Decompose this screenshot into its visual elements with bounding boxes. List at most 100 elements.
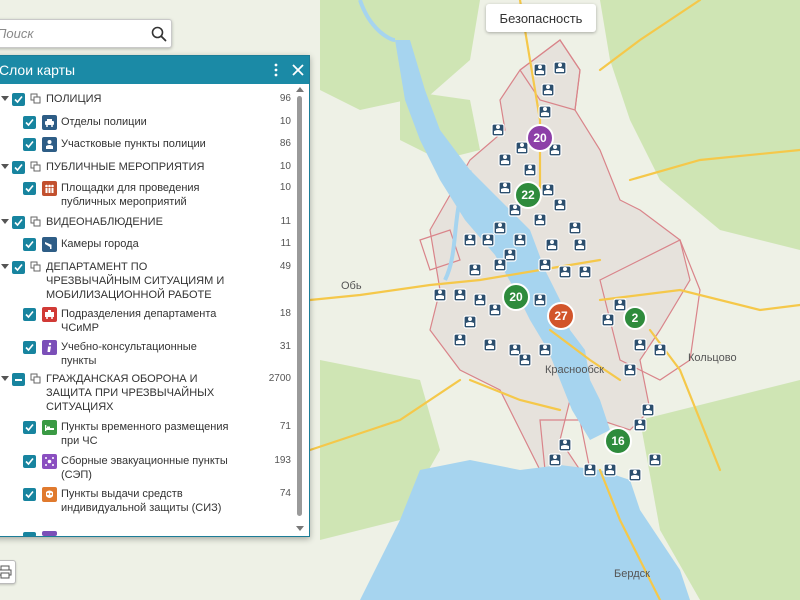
layer-checkbox[interactable] — [23, 116, 36, 129]
cluster-marker[interactable]: 2 — [623, 306, 647, 330]
poi-marker-icon[interactable] — [583, 463, 597, 477]
poi-marker-icon[interactable] — [623, 363, 637, 377]
poi-marker-icon[interactable] — [541, 83, 555, 97]
layer-checkbox[interactable] — [23, 421, 36, 434]
layer-item-police-points[interactable]: Участковые пункты полиции 86 — [0, 137, 293, 153]
poi-marker-icon[interactable] — [533, 213, 547, 227]
layers-scrollbar[interactable] — [294, 84, 306, 534]
chevron-down-icon[interactable] — [1, 164, 9, 169]
poi-marker-icon[interactable] — [498, 153, 512, 167]
cluster-marker[interactable]: 20 — [502, 283, 530, 311]
layer-item-temporary-shelters[interactable]: Пункты временного размещения при ЧС 71 — [0, 420, 293, 450]
cluster-marker[interactable]: 22 — [514, 181, 542, 209]
poi-marker-icon[interactable] — [545, 238, 559, 252]
poi-marker-icon[interactable] — [641, 403, 655, 417]
security-layer-button[interactable]: Безопасность — [486, 4, 596, 32]
layer-item-emergency-units[interactable]: Подразделения департамента ЧСиМР 18 — [0, 307, 293, 337]
poi-marker-icon[interactable] — [473, 293, 487, 307]
poi-marker-icon[interactable] — [578, 265, 592, 279]
poi-marker-icon[interactable] — [613, 298, 627, 312]
cluster-marker[interactable]: 20 — [526, 124, 554, 152]
poi-marker-icon[interactable] — [538, 105, 552, 119]
layer-group-video[interactable]: ВИДЕОНАБЛЮДЕНИЕ 11 — [0, 215, 293, 231]
poi-marker-icon[interactable] — [493, 221, 507, 235]
layer-checkbox[interactable] — [23, 182, 36, 195]
poi-marker-icon[interactable] — [601, 313, 615, 327]
poi-marker-icon[interactable] — [488, 303, 502, 317]
poi-marker-icon[interactable] — [491, 123, 505, 137]
bed-icon — [42, 420, 57, 435]
poi-marker-icon[interactable] — [553, 61, 567, 75]
poi-marker-icon[interactable] — [498, 181, 512, 195]
more-options-icon[interactable] — [265, 57, 287, 83]
layer-checkbox[interactable] — [23, 488, 36, 501]
poi-marker-icon[interactable] — [513, 233, 527, 247]
layer-item-training-points[interactable]: Учебно-консультационные пункты 31 — [0, 340, 293, 370]
layer-item-protection-gear-points[interactable]: Пункты выдачи средств индивидуальной защ… — [0, 487, 293, 531]
scroll-up-icon[interactable] — [296, 87, 304, 92]
poi-marker-icon[interactable] — [433, 288, 447, 302]
poi-marker-icon[interactable] — [453, 333, 467, 347]
poi-marker-icon[interactable] — [533, 63, 547, 77]
layer-checkbox[interactable] — [23, 455, 36, 468]
layer-item-police-departments[interactable]: Отделы полиции 10 — [0, 115, 293, 131]
group-checkbox[interactable] — [12, 216, 25, 229]
layer-item-city-cameras[interactable]: Камеры города 11 — [0, 237, 293, 253]
layer-item-evacuation-points[interactable]: Сборные эвакуационные пункты (СЭП) 193 — [0, 454, 293, 484]
layer-checkbox[interactable] — [23, 308, 36, 321]
poi-marker-icon[interactable] — [648, 453, 662, 467]
poi-marker-icon[interactable] — [463, 233, 477, 247]
layer-group-police[interactable]: ПОЛИЦИЯ 96 — [0, 92, 293, 108]
poi-marker-icon[interactable] — [558, 265, 572, 279]
poi-marker-icon[interactable] — [538, 343, 552, 357]
poi-marker-icon[interactable] — [493, 258, 507, 272]
poi-marker-icon[interactable] — [573, 238, 587, 252]
chevron-down-icon[interactable] — [1, 96, 9, 101]
layer-group-civil-defense[interactable]: ГРАЖДАНСКАЯ ОБОРОНА И ЗАЩИТА ПРИ ЧРЕЗВЫЧ… — [0, 372, 293, 416]
poi-marker-icon[interactable] — [633, 418, 647, 432]
object-count: 74 — [279, 488, 291, 499]
poi-marker-icon[interactable] — [468, 263, 482, 277]
scroll-down-icon[interactable] — [296, 526, 304, 531]
print-button[interactable] — [0, 560, 16, 584]
poi-marker-icon[interactable] — [633, 338, 647, 352]
poi-marker-icon[interactable] — [483, 338, 497, 352]
poi-marker-icon[interactable] — [558, 438, 572, 452]
chevron-down-icon[interactable] — [1, 376, 9, 381]
search-input[interactable] — [0, 26, 147, 41]
poi-marker-icon[interactable] — [523, 163, 537, 177]
poi-marker-icon[interactable] — [568, 221, 582, 235]
cluster-marker[interactable]: 16 — [604, 427, 632, 455]
layer-item-public-event-venues[interactable]: Площадки для проведения публичных меропр… — [0, 181, 293, 211]
layer-checkbox[interactable] — [23, 238, 36, 251]
group-checkbox[interactable] — [12, 93, 25, 106]
layer-checkbox[interactable] — [23, 138, 36, 151]
cluster-marker[interactable]: 27 — [547, 302, 575, 330]
poi-marker-icon[interactable] — [533, 293, 547, 307]
poi-marker-icon[interactable] — [653, 343, 667, 357]
poi-marker-icon[interactable] — [463, 315, 477, 329]
poi-marker-icon[interactable] — [628, 468, 642, 482]
poi-marker-icon[interactable] — [548, 453, 562, 467]
object-count: 10 — [279, 161, 291, 172]
chevron-down-icon[interactable] — [1, 219, 9, 224]
poi-marker-icon[interactable] — [541, 183, 555, 197]
poi-marker-icon[interactable] — [515, 141, 529, 155]
poi-marker-icon[interactable] — [453, 288, 467, 302]
group-checkbox[interactable] — [12, 161, 25, 174]
close-icon[interactable] — [287, 57, 309, 83]
scroll-thumb[interactable] — [297, 96, 302, 516]
poi-marker-icon[interactable] — [518, 353, 532, 367]
poi-marker-icon[interactable] — [603, 463, 617, 477]
poi-marker-icon[interactable] — [481, 233, 495, 247]
layer-group-emergency-department[interactable]: ДЕПАРТАМЕНТ ПО ЧРЕЗВЫЧАЙНЫМ СИТУАЦИЯМ И … — [0, 260, 293, 304]
search-icon[interactable] — [147, 22, 171, 46]
chevron-down-icon[interactable] — [1, 264, 9, 269]
poi-marker-icon[interactable] — [553, 198, 567, 212]
group-checkbox[interactable] — [12, 261, 25, 274]
layer-group-public-events[interactable]: ПУБЛИЧНЫЕ МЕРОПРИЯТИЯ 10 — [0, 160, 293, 176]
object-count: 49 — [279, 261, 291, 272]
poi-marker-icon[interactable] — [538, 258, 552, 272]
group-checkbox-partial[interactable] — [12, 373, 25, 386]
layer-checkbox[interactable] — [23, 341, 36, 354]
